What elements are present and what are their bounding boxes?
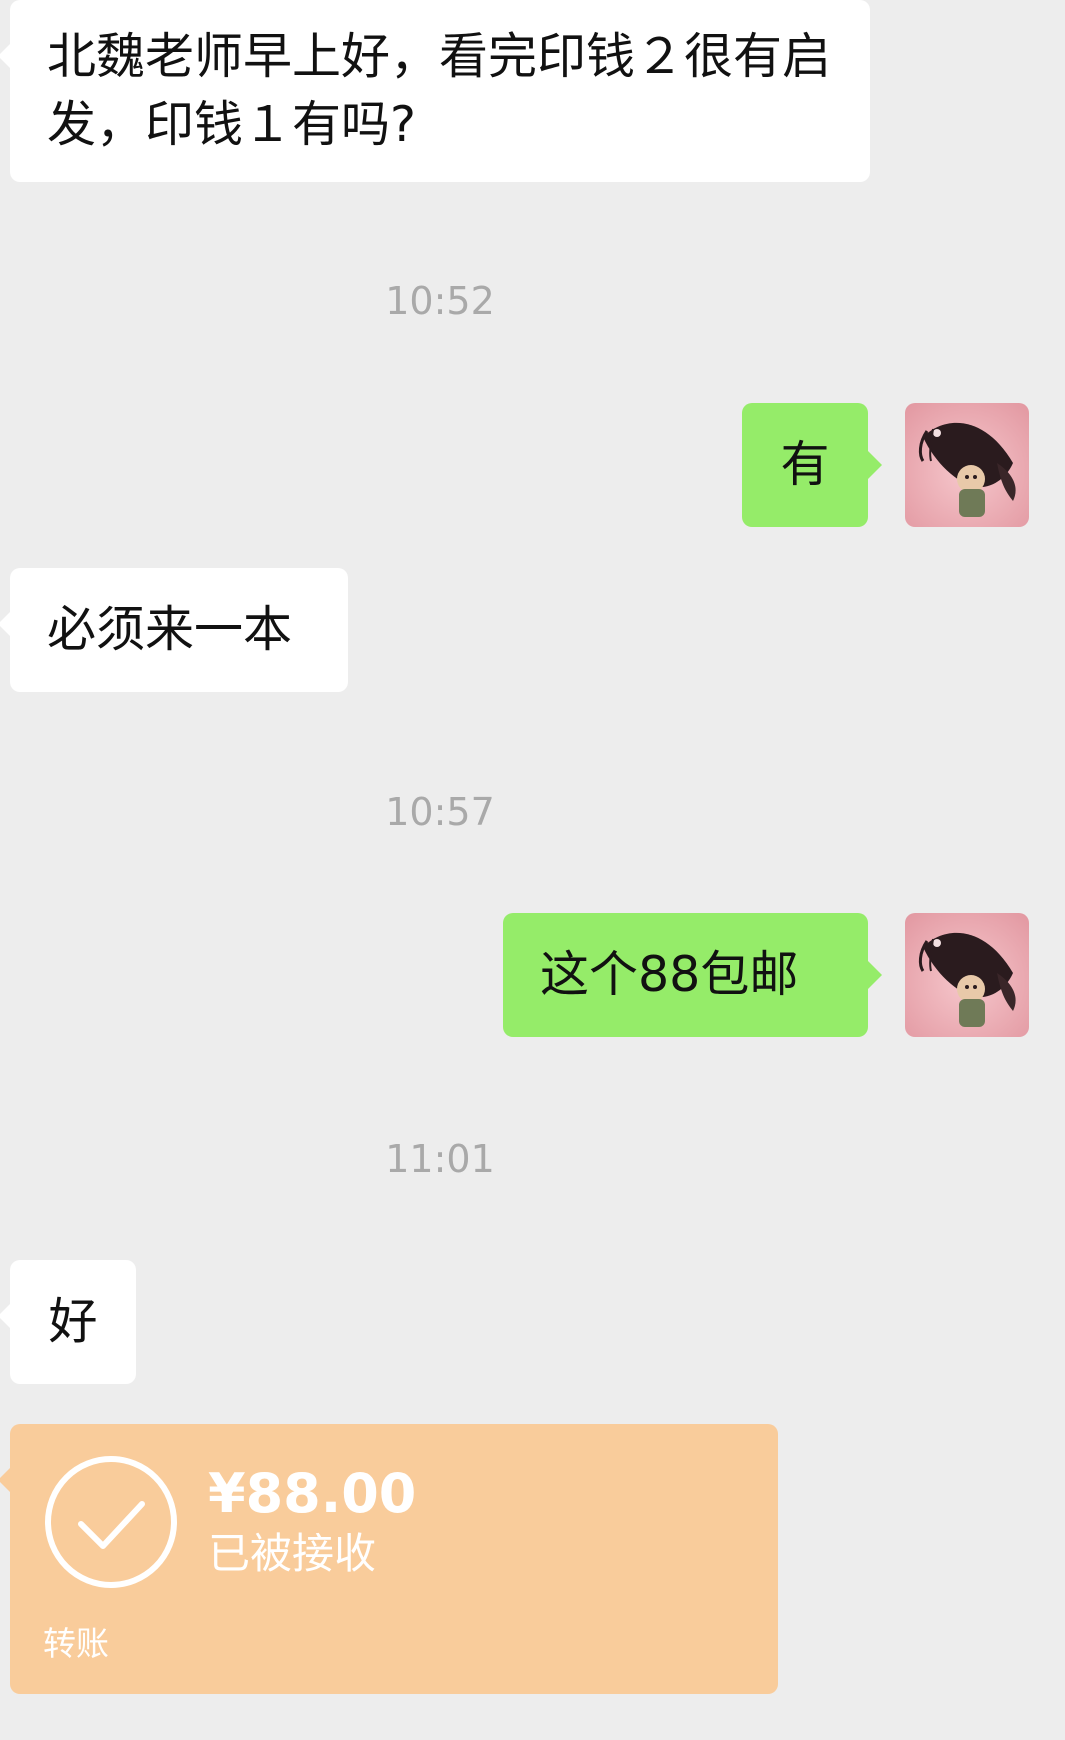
check-circle-icon [45, 1456, 177, 1588]
user-avatar[interactable] [905, 403, 1029, 527]
incoming-message-bubble[interactable]: 好 [0, 1260, 136, 1384]
transfer-status: 已被接收 [208, 1529, 377, 1578]
outgoing-message-bubble[interactable]: 有 [742, 403, 882, 527]
transfer-label: 转账 [43, 1624, 109, 1663]
transfer-card[interactable]: ¥88.00 已被接收 转账 [0, 1424, 778, 1694]
avatar-image [905, 913, 1029, 1037]
message-text: 好 [48, 1293, 98, 1350]
message-text: 北魏老师早上好，看完印钱２很有启发，印钱１有吗? [47, 28, 832, 153]
message-text: 必须来一本 [47, 601, 293, 658]
user-avatar[interactable] [905, 913, 1029, 1037]
avatar-image [905, 403, 1029, 527]
message-timestamp: 10:52 [385, 279, 495, 323]
transfer-amount: ¥88.00 [208, 1462, 417, 1525]
message-timestamp: 10:57 [385, 790, 495, 834]
message-text: 有 [780, 436, 830, 493]
message-text: 这个88包邮 [540, 946, 799, 1003]
incoming-message-bubble[interactable]: 必须来一本 [0, 568, 348, 692]
chat-area: 北魏老师早上好，看完印钱２很有启发，印钱１有吗? 10:52 有 必须来一本 1… [0, 0, 1065, 1740]
outgoing-message-bubble[interactable]: 这个88包邮 [503, 913, 882, 1037]
incoming-message-bubble[interactable]: 北魏老师早上好，看完印钱２很有启发，印钱１有吗? [0, 0, 870, 182]
message-timestamp: 11:01 [385, 1137, 495, 1181]
